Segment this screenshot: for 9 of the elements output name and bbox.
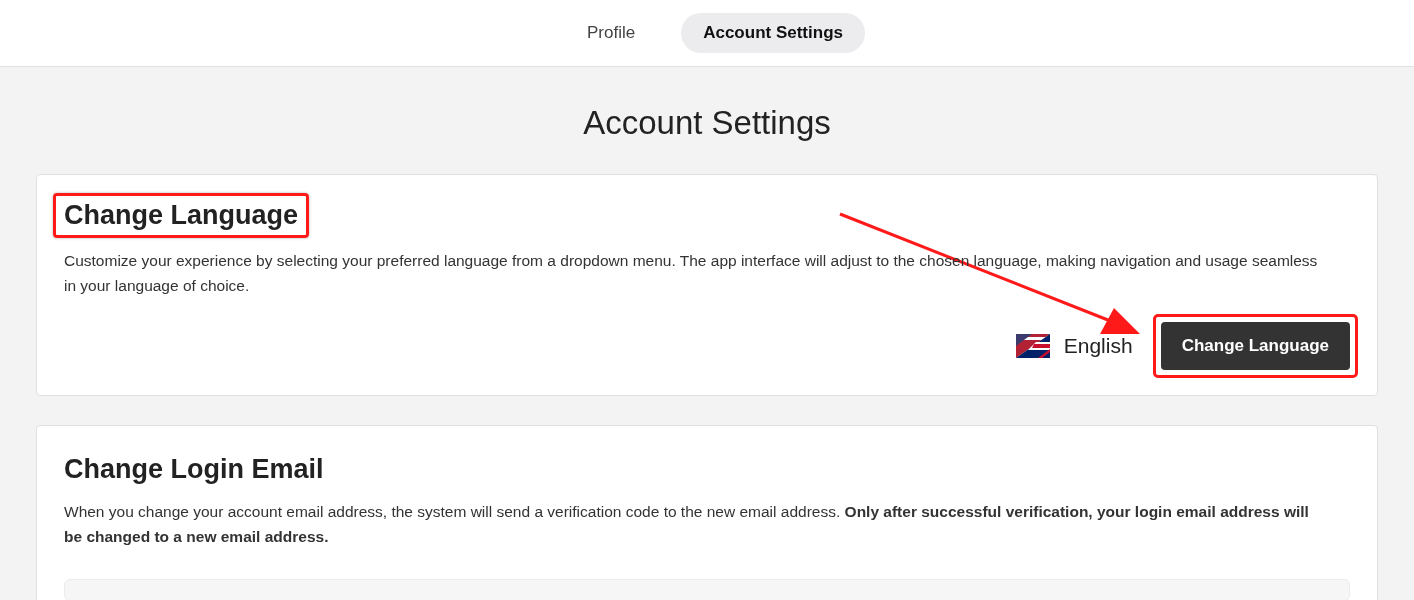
- current-language: English: [1063, 334, 1133, 358]
- flag-icon: [1015, 334, 1050, 358]
- tab[interactable]: Profile: [565, 13, 658, 53]
- section-title: Change Language: [64, 200, 299, 231]
- tab[interactable]: Account Settings: [681, 13, 865, 53]
- section-title: Change Login Email: [64, 454, 325, 485]
- change-language-button[interactable]: Change Language: [1160, 322, 1350, 370]
- page-title: Account Settings: [582, 103, 832, 143]
- section-description: When you change your account email address, the system will send a verification code to the new email address. Only after successful verification, your login email address will be changed to a new email address.: [64, 502, 1310, 547]
